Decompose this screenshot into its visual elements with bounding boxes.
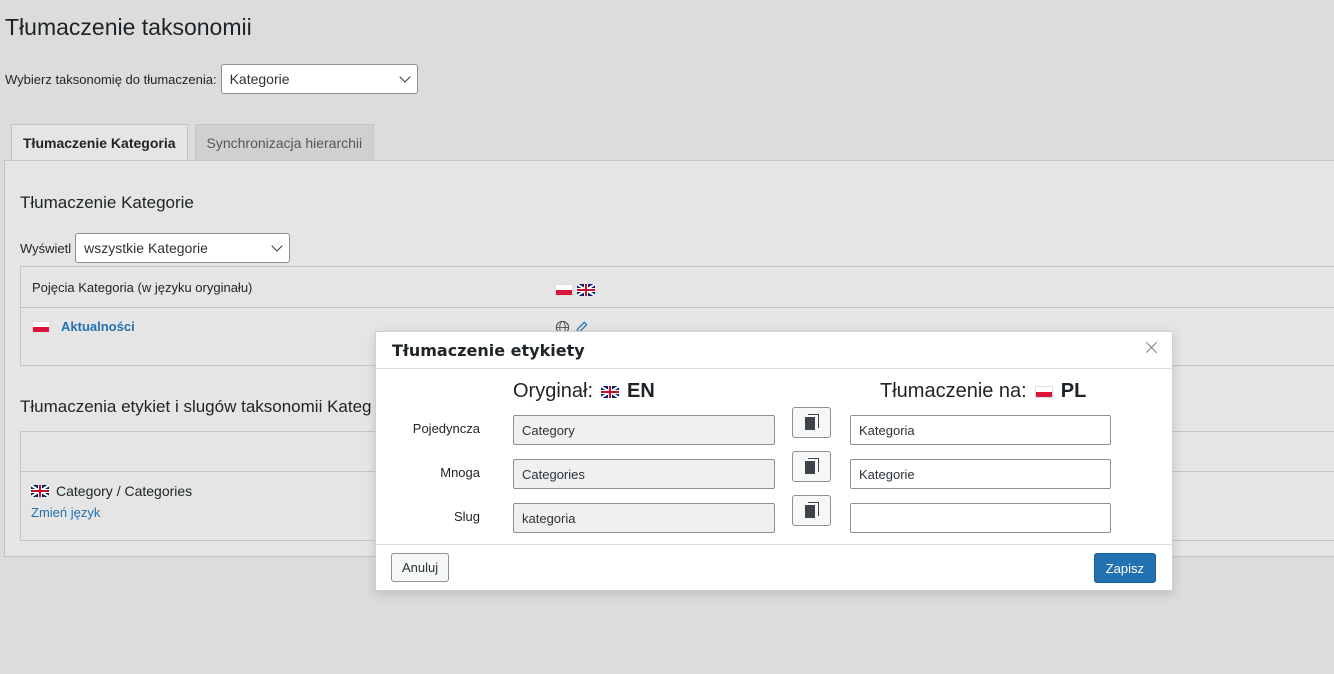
copy-slug-button[interactable] — [792, 495, 831, 526]
taxonomy-select[interactable]: Kategorie — [220, 64, 418, 94]
original-singular-field: Category — [513, 415, 775, 445]
terms-table-header: Pojęcia Kategoria (w języku oryginału) — [21, 267, 1334, 308]
translation-label: Tłumaczenie na: — [880, 380, 1027, 402]
translation-lang: PL — [1060, 380, 1087, 402]
tab-translate-category[interactable]: Tłumaczenie Kategoria — [11, 124, 188, 161]
save-button[interactable]: Zapisz — [1093, 553, 1156, 583]
show-filter-row: Wyświetl wszystkie Kategorie — [20, 233, 291, 263]
flag-gb-icon — [601, 385, 620, 398]
field-label-plural: Mnoga — [440, 465, 480, 480]
original-lang: EN — [627, 380, 655, 402]
taxonomy-select-row: Wybierz taksonomię do tłumaczenia: Kateg… — [5, 64, 418, 94]
term-link[interactable]: Aktualności — [61, 319, 135, 334]
chevron-down-icon — [271, 240, 283, 252]
column-header-flags — [555, 281, 595, 296]
label-translation-dialog: Tłumaczenie etykiety Oryginał: EN Tłumac… — [375, 331, 1173, 591]
taxonomy-select-label: Wybierz taksonomię do tłumaczenia: — [5, 71, 217, 87]
flag-pl-icon — [32, 321, 50, 333]
original-slug-field: kategoria — [513, 503, 775, 533]
change-language-link[interactable]: Zmień język — [31, 505, 100, 520]
copy-icon — [804, 414, 819, 431]
field-label-singular: Pojedyncza — [412, 421, 480, 436]
tab-hierarchy-sync[interactable]: Synchronizacja hierarchii — [194, 124, 375, 160]
flag-gb-icon — [31, 485, 49, 497]
copy-plural-button[interactable] — [792, 451, 831, 482]
chevron-down-icon — [398, 71, 411, 83]
cancel-button[interactable]: Anuluj — [391, 553, 450, 582]
close-icon[interactable] — [1144, 340, 1160, 356]
copy-singular-button[interactable] — [792, 407, 831, 438]
copy-icon — [804, 458, 819, 475]
flag-pl-icon — [1034, 385, 1053, 398]
dialog-title: Tłumaczenie etykiety — [392, 340, 585, 360]
dialog-footer: Anuluj Zapisz — [376, 544, 1172, 590]
original-label: Oryginał: — [513, 380, 594, 402]
original-column-header: Oryginał: EN — [513, 380, 655, 403]
labels-section-heading: Tłumaczenia etykiet i slugów taksonomii … — [20, 397, 372, 416]
field-label-slug: Slug — [453, 509, 480, 524]
show-filter-select[interactable]: wszystkie Kategorie — [75, 233, 291, 263]
terms-section-heading: Tłumaczenie Kategorie — [20, 193, 194, 212]
dialog-header: Tłumaczenie etykiety — [376, 332, 1172, 369]
flag-pl-icon — [555, 283, 573, 296]
translation-column-header: Tłumaczenie na: PL — [880, 380, 1086, 403]
translation-plural-field[interactable]: Kategorie — [850, 459, 1111, 489]
translation-singular-field[interactable]: Kategoria — [850, 415, 1111, 445]
copy-icon — [804, 502, 819, 519]
show-filter-label: Wyświetl — [20, 240, 72, 256]
flag-gb-icon — [576, 283, 595, 296]
original-plural-field: Categories — [513, 459, 775, 489]
column-header-terms: Pojęcia Kategoria (w języku oryginału) — [32, 280, 253, 295]
tab-bar: Tłumaczenie Kategoria Synchronizacja hie… — [11, 124, 375, 161]
show-filter-value: wszystkie Kategorie — [84, 240, 208, 256]
translation-slug-field[interactable] — [850, 503, 1111, 533]
labels-row-text: Category / Categories — [56, 483, 193, 499]
page-title: Tłumaczenie taksonomii — [5, 14, 252, 40]
taxonomy-select-value: Kategorie — [229, 71, 290, 87]
